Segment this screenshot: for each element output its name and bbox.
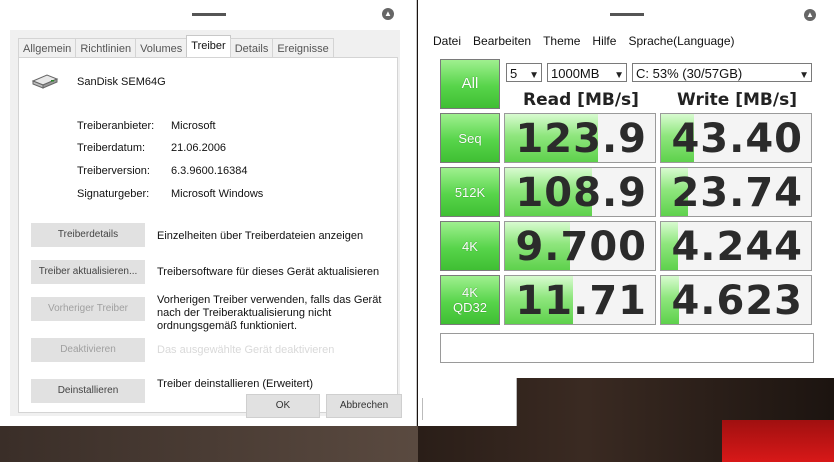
rollback-driver-button[interactable]: Vorheriger Treiber xyxy=(31,297,145,321)
info-label: Signaturgeber: xyxy=(77,188,150,200)
device-properties-dialog: ▲ Allgemein Richtlinien Volumes Treiber … xyxy=(0,0,417,426)
ok-button[interactable]: OK xyxy=(246,394,320,418)
512k-write-result: 23.74 xyxy=(660,167,812,217)
tab-ereignisse[interactable]: Ereignisse xyxy=(272,38,334,59)
seq-write-result: 43.40 xyxy=(660,113,812,163)
menu-language[interactable]: Sprache(Language) xyxy=(628,34,734,48)
menu-bar: Datei Bearbeiten Theme Hilfe Sprache(Lan… xyxy=(433,34,735,48)
cdm-titlebar[interactable]: ▲ xyxy=(418,0,834,32)
4k-write-result: 4.244 xyxy=(660,221,812,271)
info-label: Treiberversion: xyxy=(77,165,150,177)
close-icon[interactable]: ▲ xyxy=(382,8,394,20)
tab-strip: Allgemein Richtlinien Volumes Treiber De… xyxy=(18,35,334,59)
rollback-driver-desc: Vorherigen Treiber verwenden, falls das … xyxy=(157,294,382,332)
seq-read-result: 123.9 xyxy=(504,113,656,163)
read-header: Read [MB/s] xyxy=(523,90,639,110)
update-driver-button[interactable]: Treiber aktualisieren... xyxy=(31,260,145,284)
test-count-select[interactable]: 5 ▼ xyxy=(506,63,542,82)
background-red-light xyxy=(722,420,834,462)
drive-value: C: 53% (30/57GB) xyxy=(636,66,743,81)
row-label: 4K xyxy=(462,285,478,300)
background-window-fragment xyxy=(418,378,517,426)
menu-theme[interactable]: Theme xyxy=(543,34,580,48)
result-value: 23.74 xyxy=(671,170,803,216)
cancel-button[interactable]: Abbrechen xyxy=(326,394,402,418)
menu-bearbeiten[interactable]: Bearbeiten xyxy=(473,34,531,48)
menu-hilfe[interactable]: Hilfe xyxy=(592,34,616,48)
divider xyxy=(422,398,423,420)
dialog-body: Allgemein Richtlinien Volumes Treiber De… xyxy=(10,30,400,416)
test-size-select[interactable]: 1000MB ▼ xyxy=(547,63,627,82)
4k-read-result: 9.700 xyxy=(504,221,656,271)
test-count-value: 5 xyxy=(510,66,518,81)
row-sublabel: QD32 xyxy=(453,300,487,315)
chevron-down-icon: ▼ xyxy=(529,70,539,81)
dialog-titlebar[interactable]: ▲ xyxy=(0,0,416,30)
crystaldiskmark-window: ▲ Datei Bearbeiten Theme Hilfe Sprache(L… xyxy=(418,0,834,378)
info-value: 21.06.2006 xyxy=(171,142,227,154)
driver-details-button[interactable]: Treiberdetails xyxy=(31,223,145,247)
512k-test-button[interactable]: 512K xyxy=(440,167,500,217)
background-strip xyxy=(0,426,418,462)
4k-qd32-test-button[interactable]: 4K QD32 xyxy=(440,275,500,325)
result-value: 43.40 xyxy=(671,116,803,162)
result-value: 4.244 xyxy=(671,224,803,270)
result-value: 4.623 xyxy=(671,278,803,324)
comment-field[interactable] xyxy=(440,333,814,363)
info-value: 6.3.9600.16384 xyxy=(171,165,248,177)
tab-treiber[interactable]: Treiber xyxy=(186,35,231,59)
result-value: 108.9 xyxy=(515,170,647,216)
driver-details-desc: Einzelheiten über Treiberdateien anzeige… xyxy=(157,230,364,242)
menu-datei[interactable]: Datei xyxy=(433,34,461,48)
minimize-icon[interactable] xyxy=(610,13,644,16)
update-driver-desc: Treibersoftware für dieses Gerät aktuali… xyxy=(157,266,380,278)
drive-select[interactable]: C: 53% (30/57GB) ▼ xyxy=(632,63,812,82)
close-icon[interactable]: ▲ xyxy=(804,9,816,21)
result-value: 9.700 xyxy=(515,224,647,270)
info-label: Treiberanbieter: xyxy=(77,120,155,132)
uninstall-button[interactable]: Deinstallieren xyxy=(31,379,145,403)
info-label: Treiberdatum: xyxy=(77,142,146,154)
result-value: 11.71 xyxy=(515,278,647,324)
driver-panel: SanDisk SEM64G Treiberanbieter: Microsof… xyxy=(18,57,398,413)
usb-drive-icon xyxy=(31,74,59,89)
tab-volumes[interactable]: Volumes xyxy=(135,38,188,59)
seq-test-button[interactable]: Seq xyxy=(440,113,500,163)
disable-device-desc: Das ausgewählte Gerät deaktivieren xyxy=(157,344,335,356)
run-all-button[interactable]: All xyxy=(440,59,500,109)
write-header: Write [MB/s] xyxy=(677,90,797,110)
minimize-icon[interactable] xyxy=(192,13,226,16)
tab-details[interactable]: Details xyxy=(229,38,274,59)
test-size-value: 1000MB xyxy=(551,66,600,81)
tab-allgemein[interactable]: Allgemein xyxy=(18,38,77,59)
chevron-down-icon: ▼ xyxy=(799,70,809,81)
result-value: 123.9 xyxy=(515,116,647,162)
tab-richtlinien[interactable]: Richtlinien xyxy=(75,38,137,59)
4k-test-button[interactable]: 4K xyxy=(440,221,500,271)
row-label: Seq xyxy=(458,130,482,146)
row-label: 4K xyxy=(462,238,478,254)
info-value: Microsoft xyxy=(171,120,216,132)
disable-device-button[interactable]: Deaktivieren xyxy=(31,338,145,362)
4k-qd32-write-result: 4.623 xyxy=(660,275,812,325)
512k-read-result: 108.9 xyxy=(504,167,656,217)
uninstall-desc: Treiber deinstallieren (Erweitert) xyxy=(157,378,314,390)
row-label: 512K xyxy=(454,184,486,200)
info-value: Microsoft Windows xyxy=(171,188,264,200)
chevron-down-icon: ▼ xyxy=(614,70,624,81)
4k-qd32-read-result: 11.71 xyxy=(504,275,656,325)
device-name: SanDisk SEM64G xyxy=(77,76,166,88)
